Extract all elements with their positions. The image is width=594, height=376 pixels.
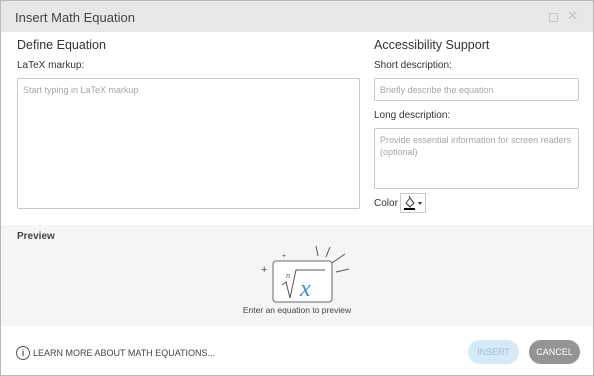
info-icon[interactable]: i — [16, 346, 30, 360]
close-icon[interactable]: ✕ — [567, 9, 578, 23]
short-description-label: Short description: — [374, 60, 452, 71]
plus-sign-small: + — [282, 253, 286, 260]
define-equation-heading: Define Equation — [17, 38, 106, 52]
title-bar: Insert Math Equation ✕ — [1, 1, 593, 32]
long-description-input[interactable] — [374, 128, 579, 189]
caret-down-icon — [418, 202, 422, 205]
equation-preview-illustration: + + n x — [261, 245, 350, 303]
color-picker-button[interactable] — [400, 193, 426, 213]
maximize-icon[interactable] — [549, 13, 558, 22]
latex-label: LaTeX markup: — [17, 60, 85, 71]
preview-label: Preview — [17, 231, 55, 242]
plus-sign: + — [261, 264, 267, 276]
accessibility-support-heading: Accessibility Support — [374, 38, 490, 52]
insert-math-equation-dialog: Insert Math Equation ✕ Define Equation L… — [0, 0, 594, 376]
latex-input[interactable] — [17, 78, 360, 209]
variable-x: x — [299, 276, 311, 302]
preview-message: Enter an equation to preview — [242, 305, 352, 315]
dialog-title: Insert Math Equation — [15, 10, 135, 25]
learn-more-link[interactable]: LEARN MORE ABOUT MATH EQUATIONS... — [33, 348, 215, 358]
preview-section: Preview + + n x Enter an equation to pre… — [1, 225, 593, 326]
root-index: n — [286, 271, 290, 280]
paint-bucket-icon — [404, 195, 422, 210]
long-description-label: Long description: — [374, 110, 451, 121]
color-label: Color — [374, 198, 398, 209]
short-description-input[interactable] — [374, 78, 579, 101]
insert-button[interactable]: INSERT — [468, 340, 519, 364]
cancel-button[interactable]: CANCEL — [529, 340, 580, 364]
